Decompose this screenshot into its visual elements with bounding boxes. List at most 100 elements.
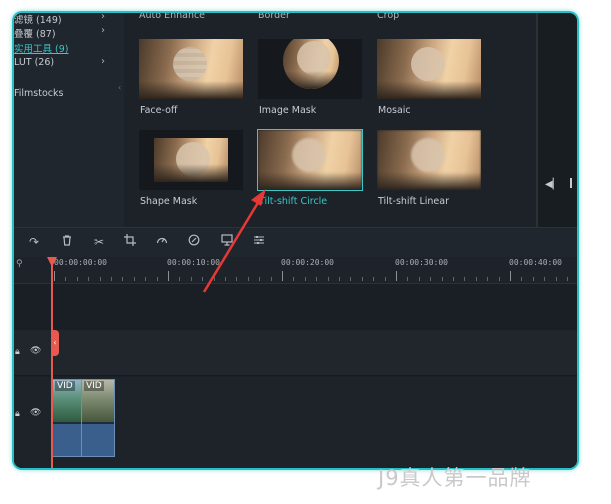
category-filmstocks[interactable]: Filmstocks [14, 88, 63, 99]
chevron-right-icon: › [101, 13, 105, 22]
ruler-tick [76, 277, 78, 281]
ruler-tick [510, 271, 511, 281]
video-clip[interactable]: VID [52, 379, 83, 457]
ruler-tick [304, 277, 306, 281]
ruler-tick [350, 277, 352, 281]
effect-label: Image Mask [259, 105, 317, 116]
lock-icon[interactable]: 🔒︎ [15, 409, 20, 419]
ruler-tick [316, 277, 318, 281]
effect-thumbnail [257, 129, 363, 191]
track-effects[interactable]: 🔒︎ 👁︎ [14, 330, 577, 376]
ruler-label: 00:00:10:00 [167, 258, 220, 267]
effect-tile-image-mask[interactable]: Image Mask [258, 39, 362, 116]
ruler-tick [567, 277, 568, 281]
effect-label-auto-enhance: Auto Enhance [139, 13, 206, 21]
ruler-tick [54, 271, 55, 281]
ruler-tick [225, 277, 226, 281]
ruler-tick [259, 277, 261, 281]
effect-label: Mosaic [378, 105, 411, 116]
effect-label-border: Border [258, 13, 290, 21]
category-filters[interactable]: 滤镜 (149) › [14, 13, 105, 26]
category-label: 滤镜 (149) [14, 15, 62, 26]
adjust-icon[interactable] [251, 234, 267, 250]
eye-icon[interactable]: 👁︎ [30, 408, 41, 418]
category-lut[interactable]: LUT (26) › [14, 56, 105, 68]
speed-icon[interactable] [154, 234, 170, 250]
ruler-tick [145, 277, 147, 281]
effect-thumbnail [377, 130, 481, 190]
snapshot-icon[interactable] [219, 234, 235, 250]
ruler-tick [270, 277, 272, 281]
ruler-tick [168, 271, 169, 281]
category-utility[interactable]: 实用工具 (9) [14, 41, 68, 55]
clip-audio-waveform [53, 424, 82, 456]
ruler-tick [418, 277, 420, 281]
ruler-tick [179, 277, 181, 281]
color-icon[interactable] [186, 234, 202, 250]
ruler-tick [453, 277, 454, 281]
effect-label-crop: Crop [377, 13, 400, 21]
eye-icon[interactable]: 👁︎ [30, 346, 41, 356]
track-header: 🔒︎ 👁︎ [14, 330, 52, 375]
timeline-toolbar: ↷ ✂ [14, 227, 577, 258]
watermark-text: J9真人第一品牌 [378, 466, 532, 490]
effect-marker-handle[interactable]: ‹ [51, 330, 59, 356]
playhead-handle[interactable] [47, 257, 57, 267]
effect-tile-tilt-shift-circle[interactable]: Tilt-shift Circle [257, 129, 363, 207]
clip-label: VID [84, 381, 104, 391]
ruler-tick [327, 277, 329, 281]
ruler-tick [532, 277, 534, 281]
effect-thumbnail [377, 39, 481, 99]
effects-category-sidebar: 滤镜 (149) › 叠覆 (87) › 实用工具 (9) LUT (26) ›… [14, 13, 124, 227]
ruler-tick [247, 277, 249, 281]
ruler-tick [111, 277, 112, 281]
ruler-tick [99, 277, 101, 281]
ruler-tick [236, 277, 238, 281]
delete-icon[interactable] [59, 234, 75, 250]
ruler-tick [407, 277, 409, 281]
effect-label: Tilt-shift Circle [259, 196, 328, 207]
ruler-label: 00:00:30:00 [395, 258, 448, 267]
play-icon[interactable] [570, 178, 572, 188]
effect-tile-face-off[interactable]: Face-off [139, 39, 243, 116]
time-ruler[interactable]: ⚲ 00:00:00:00 00:00:10:00 00:00:20:00 00… [14, 257, 577, 284]
ruler-label: 00:00:20:00 [281, 258, 334, 267]
cut-icon[interactable]: ✂ [91, 234, 107, 250]
ruler-tick [339, 277, 340, 281]
effect-tile-tilt-shift-linear[interactable]: Tilt-shift Linear [377, 130, 481, 207]
ruler-tick [555, 277, 557, 281]
clip-label: VID [55, 381, 75, 391]
ruler-tick [464, 277, 466, 281]
effect-label: Tilt-shift Linear [378, 196, 449, 207]
ruler-tick [190, 277, 192, 281]
ruler-tick [65, 277, 67, 281]
ruler-tick [384, 277, 386, 281]
lock-icon[interactable]: 🔒︎ [15, 347, 20, 357]
ruler-tick [133, 277, 135, 281]
effect-label: Face-off [140, 105, 178, 116]
effects-grid: Auto Enhance Border Crop Face-off Image … [124, 13, 536, 227]
collapse-sidebar-icon[interactable]: ‹ [118, 83, 121, 92]
ruler-label: 00:00:40:00 [509, 258, 562, 267]
redo-icon[interactable]: ↷ [26, 234, 42, 250]
track-header: 🔒︎ 👁︎ [14, 377, 52, 468]
ruler-tick [430, 277, 432, 281]
ruler-tick [293, 277, 295, 281]
crop-icon[interactable] [122, 234, 138, 250]
video-clip[interactable]: VID [81, 379, 115, 457]
category-label: Filmstocks [14, 88, 64, 99]
previous-frame-icon[interactable]: ◀▏ [545, 179, 560, 190]
ruler-tick [396, 271, 397, 281]
effect-tile-mosaic[interactable]: Mosaic [377, 39, 481, 116]
clip-audio-waveform [82, 424, 114, 456]
effect-tile-shape-mask[interactable]: Shape Mask [139, 130, 243, 207]
category-label: 实用工具 (9) [14, 44, 69, 55]
ruler-tick [498, 277, 500, 281]
ruler-tick [475, 277, 477, 281]
link-icon[interactable]: ⚲ [16, 259, 23, 269]
playhead[interactable] [51, 257, 53, 468]
category-overlays[interactable]: 叠覆 (87) › [14, 25, 105, 40]
ruler-tick [521, 277, 523, 281]
ruler-tick [156, 277, 158, 281]
ruler-tick [282, 271, 283, 281]
